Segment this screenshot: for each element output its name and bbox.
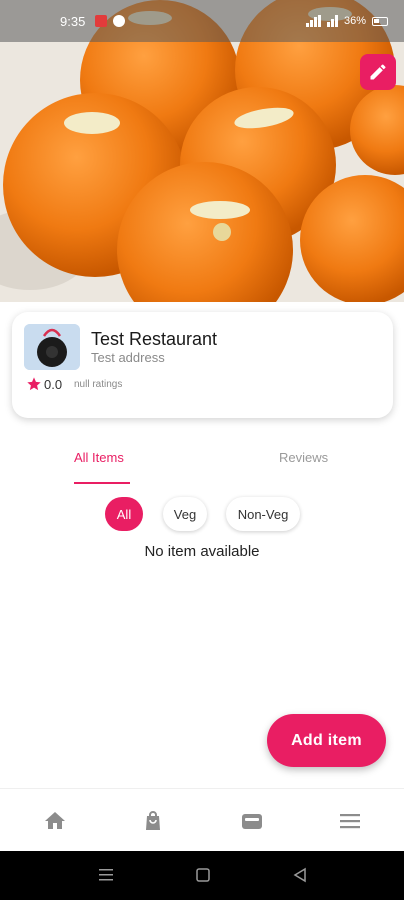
- filter-chip-veg[interactable]: Veg: [163, 497, 207, 531]
- battery-percent: 36%: [343, 15, 366, 27]
- ratings-count: null ratings: [74, 379, 123, 390]
- whatsapp-icon: [113, 15, 126, 27]
- wallet-icon[interactable]: [240, 809, 264, 833]
- back-icon[interactable]: [292, 867, 308, 883]
- status-right: 36%: [305, 15, 388, 27]
- empty-state-message: No item available: [144, 543, 260, 560]
- rating-value: 0.0: [44, 377, 63, 392]
- tab-all-items[interactable]: All Items: [74, 450, 124, 465]
- tab-reviews[interactable]: Reviews: [279, 450, 328, 465]
- speaker-logo: [24, 324, 80, 370]
- pencil-icon: [370, 64, 386, 80]
- status-bar: 9:35 36%: [0, 0, 404, 42]
- home-icon[interactable]: [43, 809, 67, 833]
- star-icon: [27, 377, 41, 391]
- battery-icon: [372, 16, 388, 26]
- restaurant-name: Test Restaurant: [91, 329, 218, 349]
- restaurant-card: Test Restaurant Test address 0.0 null ra…: [12, 312, 393, 418]
- hero-image: [0, 0, 404, 302]
- restaurant-logo: [24, 324, 80, 370]
- notification-app-icon: [95, 15, 108, 27]
- signal-icon: [305, 15, 321, 27]
- add-item-button[interactable]: Add item: [267, 714, 386, 767]
- home-button-icon[interactable]: [195, 867, 211, 883]
- bottom-navigation: [0, 788, 404, 851]
- restaurant-address: Test address: [91, 350, 165, 365]
- system-navigation-bar: [0, 851, 404, 900]
- laddu-sweets-photo: [0, 0, 404, 302]
- wifi-signal-icon: [326, 15, 338, 27]
- menu-icon[interactable]: [338, 809, 362, 833]
- status-time: 9:35: [60, 13, 86, 29]
- notification-icons: [95, 15, 126, 27]
- recent-apps-icon[interactable]: [98, 867, 114, 883]
- filter-chip-all[interactable]: All: [105, 497, 143, 531]
- filter-chip-non-veg[interactable]: Non-Veg: [226, 497, 300, 531]
- tab-indicator: [74, 482, 130, 484]
- shopping-bag-icon[interactable]: [141, 809, 165, 833]
- edit-button[interactable]: [360, 54, 396, 90]
